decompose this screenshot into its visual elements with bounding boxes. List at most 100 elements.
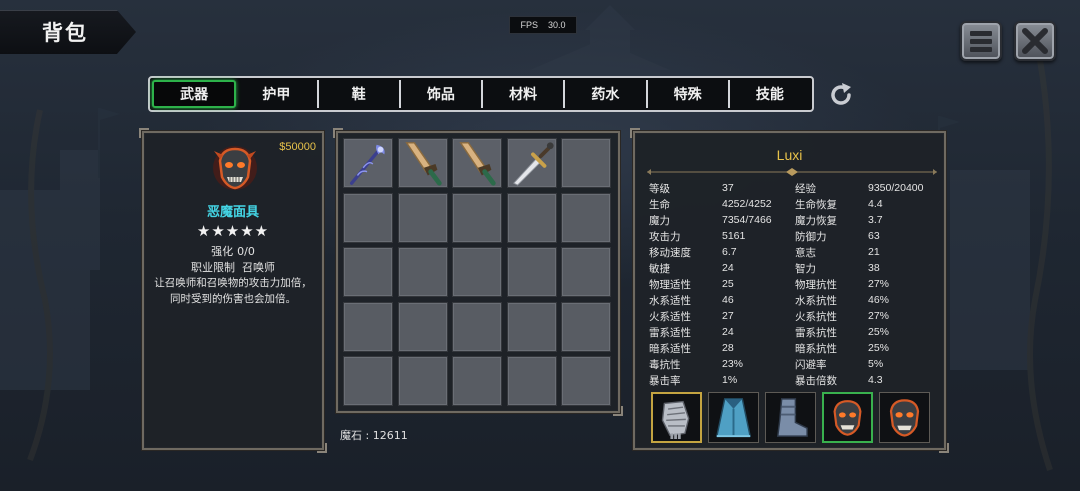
inventory-slot[interactable] (506, 247, 557, 297)
inventory-slot[interactable] (506, 356, 557, 406)
stat-row: 暴击率 1% 暴击倍数 4.3 (649, 372, 939, 388)
stat-label: 雷系适性 (649, 326, 691, 339)
close-button[interactable] (1014, 21, 1056, 61)
stat-label: 暴击率 (649, 374, 681, 387)
stat-label: 暗系抗性 (795, 342, 837, 355)
item-description-line: 同时受到的伤害也会加倍。 (170, 293, 296, 305)
stat-value: 46% (868, 294, 890, 306)
ornament-divider (647, 168, 937, 176)
inventory-slot[interactable] (506, 138, 557, 188)
stat-value: 37 (722, 182, 734, 194)
stat-value: 63 (868, 230, 880, 242)
inventory-slot[interactable] (561, 138, 611, 188)
category-tabs: 武器 护甲 鞋 饰品 材料 药水 特殊 技能 (148, 76, 814, 112)
inventory-slot[interactable] (343, 192, 393, 243)
inventory-slot[interactable] (343, 247, 393, 297)
stat-value: 5% (868, 358, 884, 370)
stat-label: 移动速度 (649, 246, 691, 259)
inventory-slot[interactable] (561, 247, 611, 297)
gauntlet-icon (661, 400, 690, 439)
inventory-slot[interactable] (397, 138, 448, 188)
item-detail-panel: $50000 恶魔面具 ★★★★★ 强化 0/0 职业限制 召唤师 让召唤师和召唤物… (139, 128, 327, 453)
stats-table: 等级 37 经验 9350/20400 生命 4252/4252 生命恢复 4.4 魔力 73… (649, 180, 939, 388)
stat-label: 攻击力 (649, 230, 681, 243)
inventory-slot[interactable] (506, 301, 557, 352)
equipment-slot[interactable] (822, 392, 873, 443)
tab-special[interactable]: 特殊 (648, 80, 730, 108)
demon-mask-icon (213, 146, 257, 190)
boots-icon (776, 398, 808, 437)
tab-skills[interactable]: 技能 (730, 80, 810, 108)
stat-value: 5161 (722, 230, 746, 242)
inventory-slot[interactable] (506, 192, 557, 243)
stat-label: 雷系抗性 (795, 326, 837, 339)
character-name: Luxi (776, 147, 803, 163)
stat-value: 25 (722, 278, 734, 290)
stat-row: 暗系适性 28 暗系抗性 25% (649, 340, 939, 356)
stat-value: 27% (868, 278, 890, 290)
tab-armor[interactable]: 护甲 (236, 80, 319, 108)
tab-accessories[interactable]: 饰品 (401, 80, 483, 108)
inventory-slot[interactable] (561, 192, 611, 243)
fps-label: FPS (520, 20, 538, 30)
inventory-slot[interactable] (561, 301, 611, 352)
inventory-slot[interactable] (452, 356, 502, 406)
inventory-slot[interactable] (397, 247, 448, 297)
stat-label: 经验 (795, 182, 816, 195)
stat-label: 火系适性 (649, 310, 691, 323)
inventory-slot[interactable] (452, 138, 502, 188)
item-job-restriction: 职业限制 召唤师 (144, 259, 322, 275)
stat-label: 水系适性 (649, 294, 691, 307)
stat-row: 等级 37 经验 9350/20400 (649, 180, 939, 196)
steel-sword-icon (512, 142, 554, 186)
tab-potions[interactable]: 药水 (565, 80, 648, 108)
stat-value: 21 (868, 246, 880, 258)
stat-label: 物理抗性 (795, 278, 837, 291)
stat-value: 27% (868, 310, 890, 322)
item-star-rating: ★★★★★ (196, 222, 270, 240)
stat-value: 4.4 (868, 198, 883, 210)
stat-value: 3.7 (868, 214, 883, 226)
equipment-slot[interactable] (879, 392, 930, 443)
demon-mask-icon (889, 399, 920, 437)
stat-label: 毒抗性 (649, 358, 681, 371)
stat-value: 46 (722, 294, 734, 306)
tab-weapons[interactable]: 武器 (152, 80, 237, 108)
blue-robe-icon (715, 398, 752, 438)
stat-row: 毒抗性 23% 闪避率 5% (649, 356, 939, 372)
demon-mask-icon (833, 400, 862, 436)
inventory-slot[interactable] (397, 356, 448, 406)
inventory-slot[interactable] (452, 192, 502, 243)
equipment-slots (651, 392, 930, 443)
tab-shoes[interactable]: 鞋 (319, 80, 401, 108)
inventory-slot[interactable] (343, 356, 393, 406)
hamburger-menu-icon (970, 31, 992, 52)
inventory-slot[interactable] (452, 247, 502, 297)
wooden-sword-icon (404, 142, 442, 186)
inventory-slot[interactable] (343, 301, 393, 352)
equipment-slot[interactable] (765, 392, 816, 443)
stat-label: 智力 (795, 262, 816, 275)
inventory-slot[interactable] (561, 356, 611, 406)
inventory-slot[interactable] (343, 138, 393, 188)
equipment-slot[interactable] (651, 392, 702, 443)
inventory-slot[interactable] (452, 301, 502, 352)
stat-value: 6.7 (722, 246, 737, 258)
equipment-slot[interactable] (708, 392, 759, 443)
stat-value: 24 (722, 262, 734, 274)
inventory-slot[interactable] (397, 192, 448, 243)
stat-row: 物理适性 25 物理抗性 27% (649, 276, 939, 292)
fps-value: 30.0 (547, 20, 566, 30)
refresh-icon[interactable] (826, 80, 856, 110)
stat-label: 火系抗性 (795, 310, 837, 323)
stat-label: 生命恢复 (795, 198, 837, 211)
stat-row: 攻击力 5161 防御力 63 (649, 228, 939, 244)
menu-button[interactable] (960, 21, 1002, 61)
item-name: 恶魔面具 (206, 205, 259, 220)
tab-materials[interactable]: 材料 (483, 80, 566, 108)
inventory-slot[interactable] (397, 301, 448, 352)
stat-label: 魔力恢复 (795, 214, 837, 227)
stat-row: 敏捷 24 智力 38 (649, 260, 939, 276)
stat-label: 水系抗性 (795, 294, 837, 307)
item-price: $50000 (279, 141, 316, 153)
